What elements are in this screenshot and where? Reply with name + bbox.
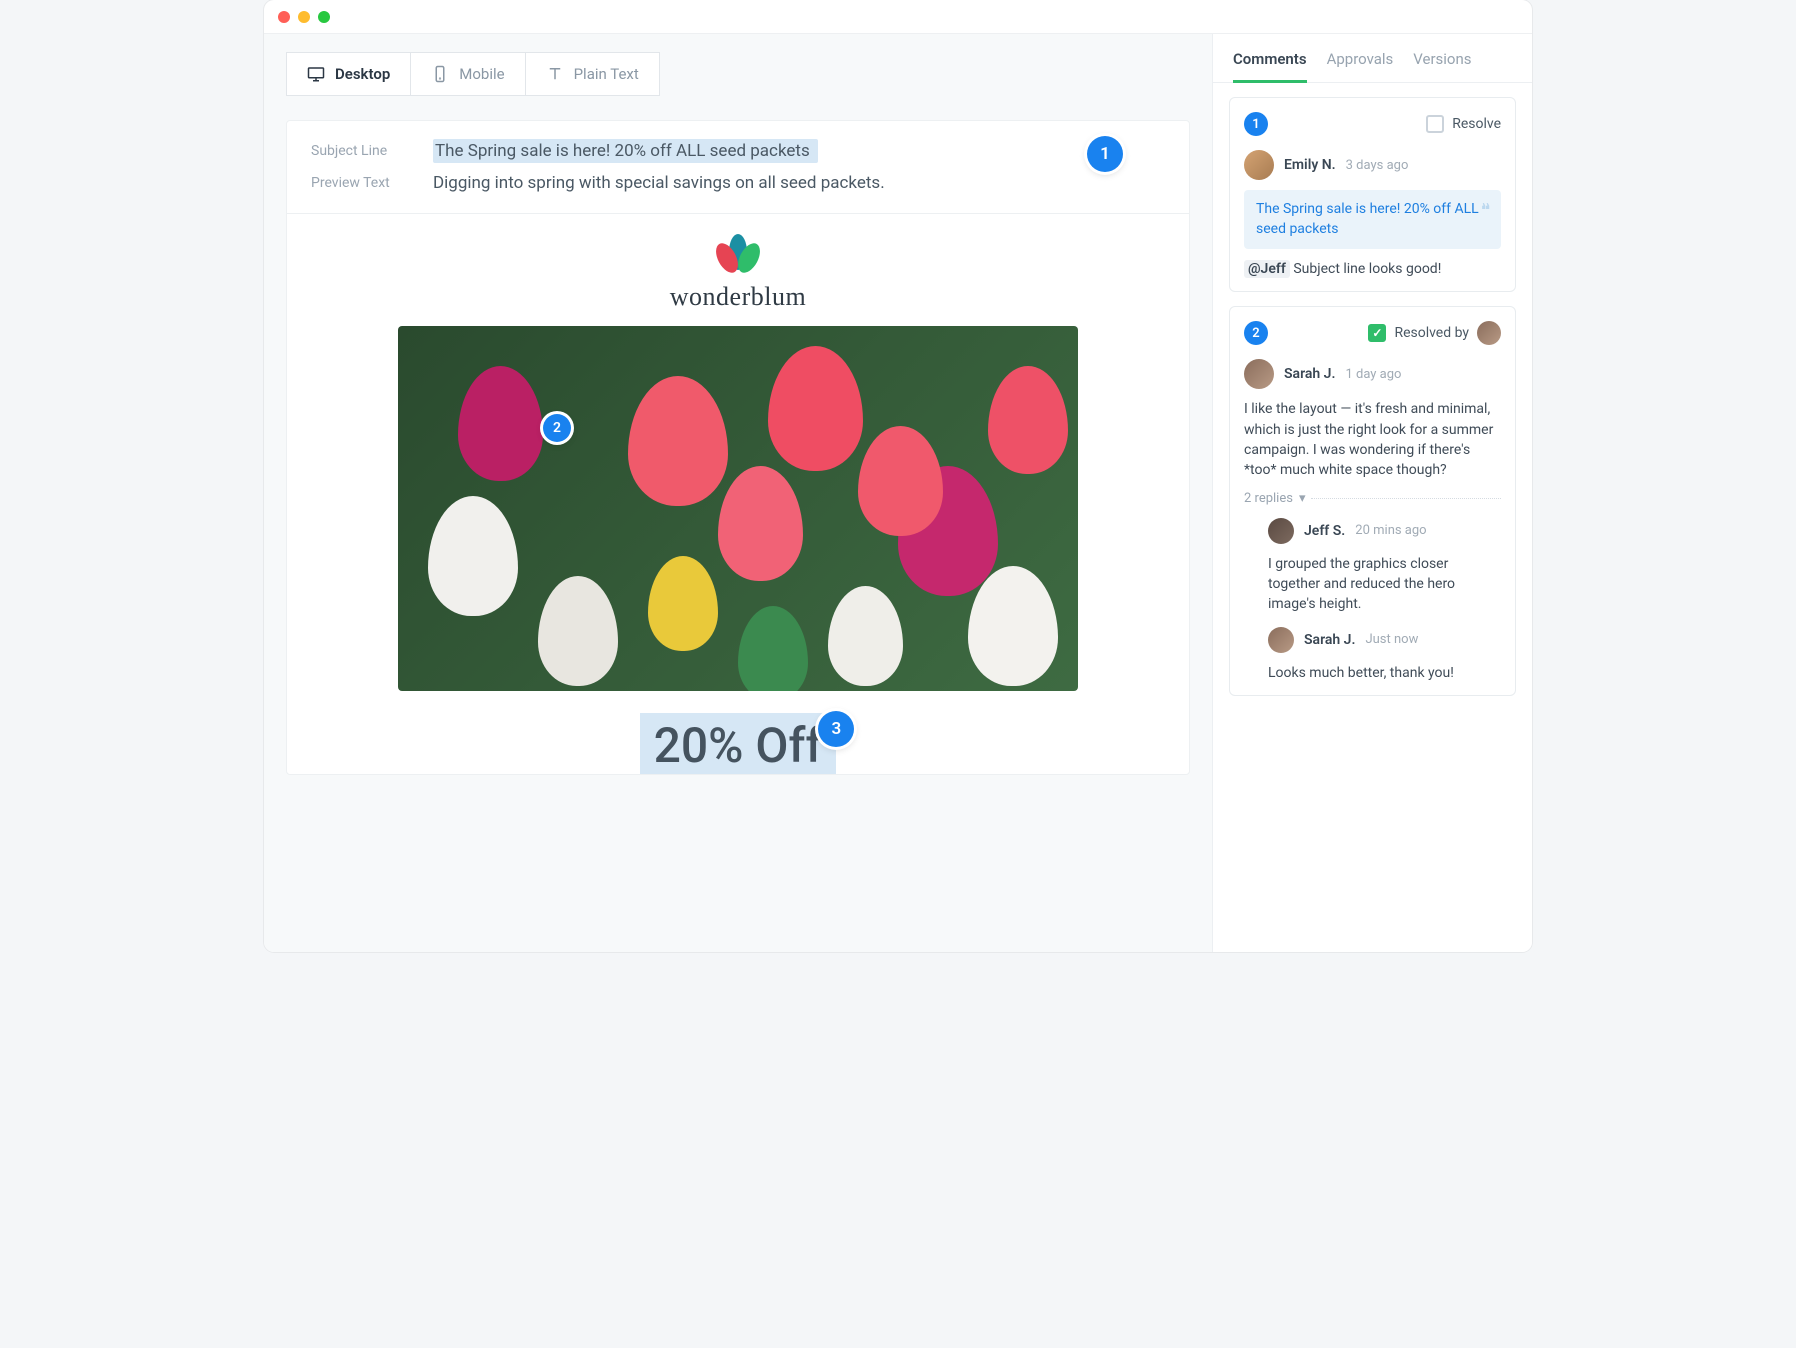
view-mode-tabs: Desktop Mobile Plain Text <box>286 52 1190 96</box>
subject-label: Subject Line <box>311 143 411 159</box>
preview-label: Preview Text <box>311 175 411 191</box>
avatar <box>1268 627 1294 653</box>
resolved-by: Resolved by <box>1368 321 1501 345</box>
tab-approvals[interactable]: Approvals <box>1327 50 1394 83</box>
checkbox-checked-icon[interactable] <box>1368 324 1386 342</box>
tab-mobile[interactable]: Mobile <box>411 52 525 96</box>
comment-author: Emily N. <box>1284 157 1336 173</box>
minimize-icon[interactable] <box>298 11 310 23</box>
side-tabs: Comments Approvals Versions <box>1213 34 1532 83</box>
preview-text-row: Preview Text Digging into spring with sp… <box>311 173 1165 193</box>
comment-quote: The Spring sale is here! 20% off ALL see… <box>1244 190 1501 249</box>
email-body-preview: wonderblum <box>287 214 1189 774</box>
offer-headline[interactable]: 20% Off <box>640 713 837 775</box>
window-titlebar <box>264 0 1532 34</box>
preview-value[interactable]: Digging into spring with special savings… <box>433 173 885 193</box>
comment-body: @Jeff Subject line looks good! <box>1244 259 1501 279</box>
flower-logo-icon <box>708 232 768 280</box>
avatar <box>1268 518 1294 544</box>
tab-desktop[interactable]: Desktop <box>286 52 411 96</box>
tab-plaintext-label: Plain Text <box>574 65 639 83</box>
checkbox-icon[interactable] <box>1426 115 1444 133</box>
replies-count: 2 replies <box>1244 491 1293 506</box>
desktop-icon <box>307 65 325 83</box>
avatar <box>1477 321 1501 345</box>
subject-value[interactable]: The Spring sale is here! 20% off ALL see… <box>433 139 818 163</box>
mobile-icon <box>431 65 449 83</box>
resolved-by-label: Resolved by <box>1394 325 1469 341</box>
comment-author: Sarah J. <box>1284 366 1335 382</box>
annotation-marker-1[interactable]: 1 <box>1087 136 1123 172</box>
subject-line-row: Subject Line The Spring sale is here! 20… <box>311 139 1165 163</box>
resolve-label: Resolve <box>1452 116 1501 132</box>
comment-body-text: I like the layout — it's fresh and minim… <box>1244 399 1501 480</box>
maximize-icon[interactable] <box>318 11 330 23</box>
tab-comments[interactable]: Comments <box>1233 50 1307 83</box>
comment-badge: 1 <box>1244 112 1268 136</box>
resolve-control[interactable]: Resolve <box>1426 115 1501 133</box>
avatar <box>1244 150 1274 180</box>
comment-body-text: Subject line looks good! <box>1293 261 1441 277</box>
reply-body: I grouped the graphics closer together a… <box>1268 554 1501 615</box>
offer-headline-wrap: 20% Off 3 <box>640 717 837 774</box>
brand-logo: wonderblum <box>347 232 1129 312</box>
chevron-down-icon: ▾ <box>1299 491 1306 506</box>
comment-card-1[interactable]: 1 Resolve Emily N. 3 days ago The Spring… <box>1229 97 1516 292</box>
comment-time: 1 day ago <box>1345 367 1401 382</box>
hero-image-wrap: 2 <box>398 326 1078 691</box>
email-preview-card: Subject Line The Spring sale is here! 20… <box>286 120 1190 775</box>
reply-author: Sarah J. <box>1304 632 1355 648</box>
reply-2: Sarah J. Just now Looks much better, tha… <box>1244 627 1501 683</box>
comment-badge: 2 <box>1244 321 1268 345</box>
mention[interactable]: @Jeff <box>1244 260 1290 278</box>
close-icon[interactable] <box>278 11 290 23</box>
hero-image[interactable] <box>398 326 1078 691</box>
reply-time: Just now <box>1365 632 1418 647</box>
tab-versions[interactable]: Versions <box>1413 50 1471 83</box>
tab-desktop-label: Desktop <box>335 65 390 83</box>
text-icon <box>546 65 564 83</box>
annotation-marker-2[interactable]: 2 <box>543 414 571 442</box>
brand-name: wonderblum <box>347 282 1129 312</box>
reply-author: Jeff S. <box>1304 523 1345 539</box>
tab-mobile-label: Mobile <box>459 65 504 83</box>
comment-card-2[interactable]: 2 Resolved by Sarah J. 1 day ago I like … <box>1229 306 1516 695</box>
annotation-marker-3[interactable]: 3 <box>818 711 854 747</box>
replies-toggle[interactable]: 2 replies ▾ <box>1244 491 1501 506</box>
side-panel: Comments Approvals Versions 1 Resolve <box>1212 34 1532 952</box>
reply-body: Looks much better, thank you! <box>1268 663 1501 683</box>
comment-time: 3 days ago <box>1346 158 1409 173</box>
reply-1: Jeff S. 20 mins ago I grouped the graphi… <box>1244 518 1501 615</box>
tab-plaintext[interactable]: Plain Text <box>526 52 660 96</box>
avatar <box>1244 359 1274 389</box>
reply-time: 20 mins ago <box>1355 523 1426 538</box>
